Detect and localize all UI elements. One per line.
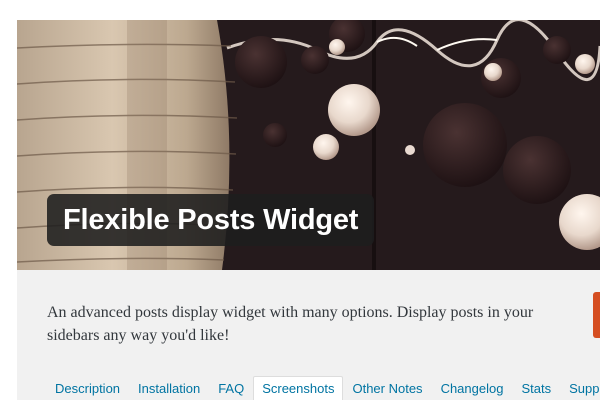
- plugin-title: Flexible Posts Widget: [47, 194, 375, 246]
- tab-screenshots[interactable]: Screenshots: [253, 376, 344, 400]
- plugin-description: An advanced posts display widget with ma…: [47, 304, 534, 344]
- tab-installation[interactable]: Installation: [129, 376, 209, 400]
- plugin-header: Flexible Posts Widget: [17, 20, 600, 270]
- tab-faq[interactable]: FAQ: [209, 376, 253, 400]
- tab-changelog[interactable]: Changelog: [432, 376, 513, 400]
- tab-stats[interactable]: Stats: [512, 376, 560, 400]
- tab-other-notes[interactable]: Other Notes: [343, 376, 431, 400]
- tab-description[interactable]: Description: [46, 376, 129, 400]
- tab-support[interactable]: Support: [560, 376, 600, 400]
- plugin-tabs: Description Installation FAQ Screenshots…: [46, 376, 600, 400]
- plugin-content: An advanced posts display widget with ma…: [17, 270, 600, 400]
- download-button[interactable]: [593, 292, 600, 338]
